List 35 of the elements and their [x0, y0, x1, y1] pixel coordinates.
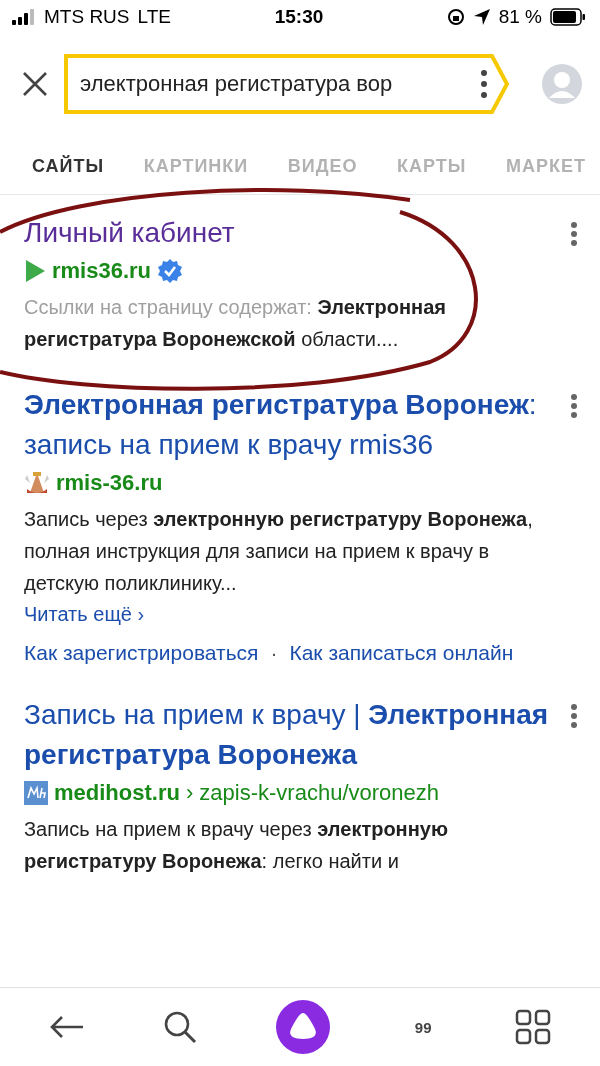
- result-domain[interactable]: rmis36.ru: [52, 255, 152, 287]
- result-domain[interactable]: rmis-36.ru: [56, 467, 163, 499]
- result-snippet: Запись через электронную регистратуру Воронежа, полная инструкция для записи на прием к врачу в детскую поликлинику...: [24, 507, 534, 596]
- close-icon[interactable]: [22, 71, 48, 97]
- result-title[interactable]: Электронная регистратура Воронеж: запись на прием к врачу rmis36: [24, 385, 554, 465]
- favicon-icon: [24, 781, 48, 805]
- result-path[interactable]: › zapis-k-vrachu/voronezh: [185, 777, 439, 809]
- result-domain[interactable]: medihost.ru: [54, 777, 180, 809]
- rotation-lock-icon: [446, 8, 465, 26]
- more-icon[interactable]: [570, 703, 578, 729]
- sitelink[interactable]: Как зарегистрироваться: [24, 641, 259, 665]
- more-icon[interactable]: [570, 393, 578, 419]
- tabs-grid-button[interactable]: [515, 1009, 552, 1045]
- separator-dot: ·: [270, 641, 278, 665]
- result-snippet: Запись на прием к врачу через электронную регистратуру Воронежа: легко найти и: [24, 817, 449, 874]
- more-icon[interactable]: [570, 221, 578, 247]
- result-title[interactable]: Личный кабинет: [24, 213, 554, 253]
- assistant-button[interactable]: [274, 999, 331, 1055]
- result-snippet: Ссылки на страницу содержат: Электронная регистратура Воронежской области....: [24, 295, 447, 352]
- battery-percent: 81 %: [498, 6, 542, 28]
- network-type: LTE: [137, 6, 171, 28]
- read-more-link[interactable]: Читать ещё ›: [24, 599, 145, 629]
- more-icon[interactable]: [480, 69, 488, 99]
- battery-icon: [550, 8, 586, 26]
- tab[interactable]: САЙТЫ: [32, 144, 105, 188]
- result-title[interactable]: Запись на прием к врачу | Электронная регистратура Воронежа: [24, 695, 554, 775]
- sitelink[interactable]: Как записаться онлайн: [289, 641, 514, 665]
- play-icon: [24, 259, 46, 283]
- signal-icon: [12, 9, 36, 25]
- carrier-name: MTS RUS: [44, 6, 130, 28]
- crest-icon: [24, 471, 50, 495]
- tabs-count-button[interactable]: 99: [408, 1012, 439, 1042]
- clock-time: 15:30: [274, 6, 324, 28]
- back-button[interactable]: [48, 1015, 85, 1039]
- location-icon: [472, 8, 491, 26]
